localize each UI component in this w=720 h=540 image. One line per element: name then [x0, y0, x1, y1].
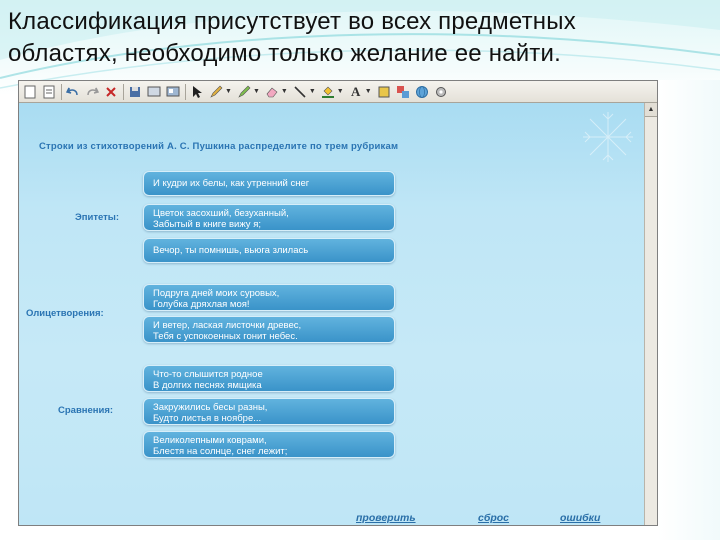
reset-button[interactable]: сброс — [478, 512, 509, 524]
scroll-up-icon[interactable]: ▲ — [645, 103, 657, 117]
line-dropdown-icon[interactable]: ▼ — [309, 88, 316, 95]
exercise-heading: Строки из стихотворений А. С. Пушкина ра… — [39, 141, 399, 152]
pen-dropdown-icon[interactable]: ▼ — [225, 88, 232, 95]
marker-icon[interactable] — [236, 84, 252, 100]
errors-button[interactable]: ошибки — [560, 512, 600, 524]
document-icon[interactable] — [41, 84, 57, 100]
color-icon[interactable] — [376, 84, 392, 100]
shapes-icon[interactable] — [395, 84, 411, 100]
screen-icon[interactable] — [146, 84, 162, 100]
text-dropdown-icon[interactable]: ▼ — [365, 88, 372, 95]
eraser-dropdown-icon[interactable]: ▼ — [281, 88, 288, 95]
fill-dropdown-icon[interactable]: ▼ — [337, 88, 344, 95]
slide-side-decoration — [658, 80, 720, 540]
fill-icon[interactable] — [320, 84, 336, 100]
exercise-canvas: Строки из стихотворений А. С. Пушкина ра… — [19, 103, 644, 525]
settings-icon[interactable] — [433, 84, 449, 100]
category-personification-label: Олицетворения: — [26, 308, 104, 319]
line-icon[interactable] — [292, 84, 308, 100]
answer-card[interactable]: И ветер, лаская листочки древес, Тебя с … — [143, 316, 395, 343]
embedded-app-window: ▼ ▼ ▼ ▼ ▼ A ▼ Строки из стихотворений А.… — [18, 80, 658, 526]
screen2-icon[interactable] — [165, 84, 181, 100]
answer-card[interactable]: Что-то слышится родное В долгих песнях я… — [143, 365, 395, 392]
pointer-icon[interactable] — [189, 84, 205, 100]
toolbar-separator — [185, 83, 186, 100]
redo-icon[interactable] — [84, 84, 100, 100]
slide-title-line-2: областях, необходимо только желание ее н… — [8, 40, 561, 67]
category-epithets-label: Эпитеты: — [75, 212, 120, 223]
answer-card[interactable]: Подруга дней моих суровых, Голубка дряхл… — [143, 284, 395, 311]
globe-icon[interactable] — [414, 84, 430, 100]
toolbar-separator — [61, 83, 62, 100]
save-icon[interactable] — [127, 84, 143, 100]
toolbar: ▼ ▼ ▼ ▼ ▼ A ▼ — [19, 81, 657, 103]
check-button[interactable]: проверить — [356, 512, 416, 524]
vertical-scrollbar[interactable]: ▲ — [644, 103, 657, 525]
answer-card[interactable]: Великолепными коврами, Блестя на солнце,… — [143, 431, 395, 458]
delete-icon[interactable] — [103, 84, 119, 100]
category-comparison-label: Сравнения: — [58, 405, 114, 416]
answer-card[interactable]: Вечор, ты помнишь, вьюга злилась — [143, 238, 395, 263]
marker-dropdown-icon[interactable]: ▼ — [253, 88, 260, 95]
slide-title-line-1: Классификация присутствует во всех предм… — [8, 8, 576, 35]
frost-decoration-icon — [583, 112, 633, 162]
eraser-icon[interactable] — [264, 84, 280, 100]
slide-title: Классификация присутствует во всех предм… — [8, 6, 708, 70]
answer-card[interactable]: И кудри их белы, как утренний снег — [143, 171, 395, 196]
answer-card[interactable]: Закружились бесы разны, Будто листья в н… — [143, 398, 395, 425]
undo-icon[interactable] — [65, 84, 81, 100]
answer-card[interactable]: Цветок засохший, безуханный, Забытый в к… — [143, 204, 395, 231]
text-icon[interactable]: A — [348, 84, 364, 100]
toolbar-separator — [123, 83, 124, 100]
pen-icon[interactable] — [208, 84, 224, 100]
page-icon[interactable] — [22, 84, 38, 100]
